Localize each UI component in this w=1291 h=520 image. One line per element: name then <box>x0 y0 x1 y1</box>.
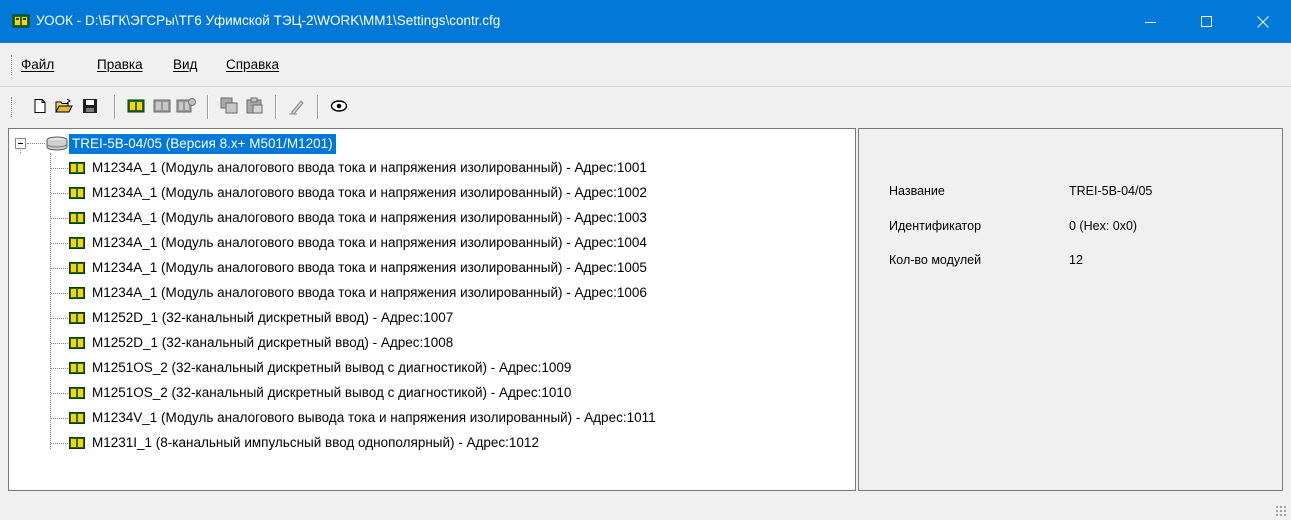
module-board-icon <box>69 337 85 349</box>
tree-node-label: M1234A_1 (Модуль аналогового ввода тока … <box>92 235 647 250</box>
module-settings-icon <box>176 98 196 113</box>
menu-bar: Файл Правка Вид Справка <box>0 43 1291 87</box>
toolbar <box>0 87 1291 127</box>
menu-file[interactable]: Файл <box>21 57 54 72</box>
tree-line <box>51 318 68 319</box>
save-button[interactable] <box>80 96 100 116</box>
minimize-icon <box>1145 21 1156 23</box>
open-file-button[interactable] <box>54 96 74 116</box>
tree-line <box>51 243 68 244</box>
module-board-icon <box>69 312 85 324</box>
add-module-icon <box>127 99 145 113</box>
tree-node-label: M1234A_1 (Модуль аналогового ввода тока … <box>92 260 647 275</box>
copy-module-icon <box>220 97 238 114</box>
view-button[interactable] <box>329 96 349 116</box>
copy-module-button[interactable] <box>219 96 239 116</box>
module-board-icon <box>69 162 85 174</box>
tree-line <box>51 343 68 344</box>
toolbar-grip[interactable] <box>11 97 13 117</box>
paste-module-icon <box>246 97 263 114</box>
remove-module-icon <box>153 99 171 113</box>
menu-edit[interactable]: Правка <box>97 57 143 72</box>
new-file-button[interactable] <box>30 96 50 116</box>
tree-line <box>51 393 68 394</box>
minimize-button[interactable] <box>1123 0 1179 43</box>
tree-line <box>51 268 68 269</box>
title-bar[interactable]: УООК - D:\БГК\ЭГСРы\ТГ6 Уфимской ТЭЦ-2\W… <box>0 0 1291 43</box>
tree-line <box>20 150 21 153</box>
collapse-toggle[interactable] <box>15 138 26 149</box>
module-board-icon <box>69 237 85 249</box>
tree-line <box>51 168 68 169</box>
save-disk-icon <box>83 99 97 113</box>
app-window: УООК - D:\БГК\ЭГСРы\ТГ6 Уфимской ТЭЦ-2\W… <box>0 0 1291 520</box>
tree-node-label: M1252D_1 (32-канальный дискретный ввод) … <box>92 335 454 350</box>
tree-node-label: M1234V_1 (Модуль аналогового вывода тока… <box>92 410 656 425</box>
module-board-icon <box>69 362 85 374</box>
close-icon <box>1257 15 1269 28</box>
toolbar-separator <box>207 95 209 119</box>
module-board-icon <box>69 387 85 399</box>
maximize-button[interactable] <box>1179 0 1235 43</box>
toolbar-separator <box>114 95 116 119</box>
toolbar-separator <box>275 95 277 119</box>
tree-node-label: M1234A_1 (Модуль аналогового ввода тока … <box>92 185 647 200</box>
module-tree[interactable]: TREI-5B-04/05 (Версия 8.x+ M501/M1201) M… <box>8 128 856 491</box>
tree-node-label: M1251OS_2 (32-канальный дискретный вывод… <box>92 360 572 375</box>
tree-line <box>51 193 68 194</box>
edit-button[interactable] <box>287 96 307 116</box>
module-settings-button[interactable] <box>176 96 196 116</box>
remove-module-button[interactable] <box>152 96 172 116</box>
status-bar <box>0 494 1291 520</box>
property-value: 12 <box>1069 253 1083 267</box>
controller-drive-icon <box>46 136 68 151</box>
property-value: TREI-5B-04/05 <box>1069 184 1153 198</box>
module-board-icon <box>69 287 85 299</box>
open-folder-icon <box>55 98 73 113</box>
menu-view[interactable]: Вид <box>173 57 197 72</box>
edit-pen-icon <box>289 100 304 115</box>
tree-node-label: M1251OS_2 (32-канальный дискретный вывод… <box>92 385 572 400</box>
tree-line <box>51 368 68 369</box>
module-board-icon <box>69 437 85 449</box>
tree-node-label: M1252D_1 (32-канальный дискретный ввод) … <box>92 310 454 325</box>
module-board-icon <box>69 187 85 199</box>
tree-line <box>27 143 45 144</box>
property-label: Название <box>889 184 945 198</box>
tree-node-label: M1234A_1 (Модуль аналогового ввода тока … <box>92 160 647 175</box>
resize-grip[interactable] <box>1275 505 1287 517</box>
close-button[interactable] <box>1235 0 1291 43</box>
maximize-icon <box>1201 15 1212 27</box>
menu-grip[interactable] <box>11 55 13 75</box>
tree-node-label: M1234A_1 (Модуль аналогового ввода тока … <box>92 210 647 225</box>
property-label: Кол-во модулей <box>889 253 982 267</box>
add-module-button[interactable] <box>126 96 146 116</box>
property-label: Идентификатор <box>889 219 982 233</box>
tree-line <box>51 218 68 219</box>
paste-module-button[interactable] <box>245 96 265 116</box>
module-board-icon <box>69 412 85 424</box>
tree-line <box>51 293 68 294</box>
toolbar-separator <box>317 95 319 119</box>
module-board-icon <box>69 262 85 274</box>
tree-line <box>51 418 68 419</box>
tree-node-label: M1231I_1 (8-канальный импульсный ввод од… <box>92 435 539 450</box>
new-file-icon <box>34 99 46 113</box>
module-board-icon <box>12 14 30 28</box>
tree-line <box>51 443 68 444</box>
window-title: УООК - D:\БГК\ЭГСРы\ТГ6 Уфимской ТЭЦ-2\W… <box>36 13 501 28</box>
properties-panel: Название TREI-5B-04/05 Идентификатор 0 (… <box>858 128 1283 491</box>
module-board-icon <box>69 212 85 224</box>
tree-node-label: M1234A_1 (Модуль аналогового ввода тока … <box>92 285 647 300</box>
tree-line <box>50 153 51 449</box>
tree-root-item[interactable]: TREI-5B-04/05 (Версия 8.x+ M501/M1201) <box>69 134 336 154</box>
view-eye-icon <box>330 100 348 112</box>
property-value: 0 (Hex: 0x0) <box>1069 219 1138 233</box>
menu-help[interactable]: Справка <box>226 57 279 72</box>
